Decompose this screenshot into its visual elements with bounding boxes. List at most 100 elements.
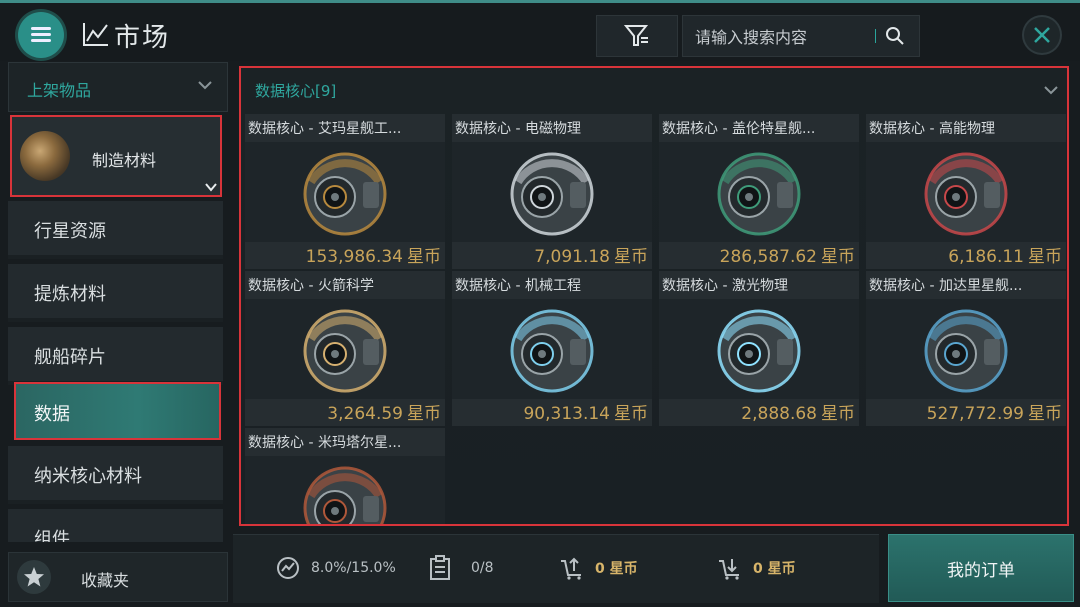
my-orders-button[interactable]: 我的订单 — [888, 534, 1074, 602]
datacore-image — [245, 299, 445, 399]
sidebar-item-planetary-resources[interactable]: 行星资源 — [8, 201, 223, 259]
item-card[interactable]: 数据核心 - 火箭科学 3,264.59 星币 — [245, 271, 445, 426]
filter-icon — [624, 25, 649, 46]
menu-icon-bar — [31, 33, 51, 36]
sidebar-item-label: 舰船碎片 — [34, 347, 106, 368]
datacore-image — [245, 142, 445, 242]
sidebar-item-nano-core-materials[interactable]: 纳米核心材料 — [8, 446, 223, 504]
datacore-icon — [924, 309, 1008, 393]
item-card[interactable]: 数据核心 - 艾玛星舰工... 153,986.34 星币 — [245, 114, 445, 269]
ore-icon — [20, 131, 70, 181]
item-card[interactable]: 数据核心 - 盖伦特星舰... 286,587.62 星币 — [659, 114, 859, 269]
item-list-panel: 数据核心[9] 数据核心 - 艾玛星舰工... 153,986.34 星币 数据核心 … — [239, 66, 1069, 526]
item-name: 数据核心 - 艾玛星舰工... — [248, 121, 402, 137]
currency-label: 星币 — [407, 404, 441, 424]
favorites-label: 收藏夹 — [81, 571, 130, 590]
datacore-image — [866, 299, 1066, 399]
item-card[interactable]: 数据核心 - 米玛塔尔星... — [245, 428, 445, 524]
section-title: 数据核心[9] — [255, 82, 337, 100]
search-icon[interactable] — [883, 24, 907, 48]
menu-icon-bar — [31, 39, 51, 42]
item-price: 6,186.11 星币 — [948, 242, 1062, 267]
chevron-down-icon — [198, 81, 212, 90]
item-price: 90,313.14 星币 — [523, 399, 648, 424]
sell-value: 0 星币 — [595, 561, 638, 577]
currency-label: 星币 — [1028, 404, 1062, 424]
currency-label: 星币 — [407, 247, 441, 267]
sidebar-item-label: 纳米核心材料 — [34, 466, 142, 487]
category-manufacturing-materials[interactable]: 制造材料 — [10, 115, 222, 197]
item-price: 3,264.59 星币 — [327, 399, 441, 424]
price-value: 90,313.14 — [523, 404, 610, 424]
item-price: 153,986.34 星币 — [306, 242, 441, 267]
sidebar-item-components[interactable]: 组件 — [8, 509, 223, 542]
sidebar-item-ship-fragments[interactable]: 舰船碎片 — [8, 327, 223, 385]
sidebar-item-label: 行星资源 — [34, 221, 106, 242]
currency-label: 星币 — [821, 247, 855, 267]
clipboard-icon — [430, 555, 450, 580]
price-value: 7,091.18 — [534, 247, 610, 267]
sidebar-item-refined-materials[interactable]: 提炼材料 — [8, 264, 223, 322]
item-price: 286,587.62 星币 — [720, 242, 855, 267]
orders-value: 0/8 — [471, 560, 494, 576]
item-card[interactable]: 数据核心 - 机械工程 90,313.14 星币 — [452, 271, 652, 426]
datacore-icon — [303, 466, 387, 524]
item-name: 数据核心 - 机械工程 — [455, 278, 581, 294]
datacore-image — [245, 456, 445, 524]
datacore-icon — [510, 152, 594, 236]
item-price: 2,888.68 星币 — [741, 399, 855, 424]
datacore-image — [452, 299, 652, 399]
search-separator — [875, 29, 876, 43]
star-icon — [17, 560, 51, 594]
price-value: 286,587.62 — [719, 247, 817, 267]
sell-stat: 0 星币 — [559, 555, 638, 581]
currency-label: 星币 — [821, 404, 855, 424]
search-box — [682, 15, 920, 57]
item-price: 527,772.99 星币 — [927, 399, 1062, 424]
price-value: 6,186.11 — [948, 247, 1024, 267]
item-name: 数据核心 - 高能物理 — [869, 121, 995, 137]
currency-label: 星币 — [614, 247, 648, 267]
listing-dropdown[interactable]: 上架物品 — [8, 62, 228, 112]
bottom-status-bar: 8.0%/15.0% 0/8 0 星币 0 星币 — [233, 534, 879, 603]
tax-value: 8.0%/15.0% — [311, 560, 396, 576]
chart-line-icon — [83, 23, 108, 46]
sidebar-item-label: 数据 — [34, 404, 70, 425]
item-card[interactable]: 数据核心 - 激光物理 2,888.68 星币 — [659, 271, 859, 426]
chevron-down-icon[interactable] — [1043, 84, 1059, 96]
price-value: 527,772.99 — [926, 404, 1024, 424]
item-card[interactable]: 数据核心 - 电磁物理 7,091.18 星币 — [452, 114, 652, 269]
item-card[interactable]: 数据核心 - 高能物理 6,186.11 星币 — [866, 114, 1066, 269]
filter-button[interactable] — [596, 15, 678, 57]
search-input[interactable] — [693, 22, 875, 52]
dropdown-label: 上架物品 — [27, 81, 92, 100]
sell-cart-icon — [561, 557, 581, 580]
item-name: 数据核心 - 激光物理 — [662, 278, 788, 294]
datacore-icon — [303, 152, 387, 236]
page-title: 市场 — [114, 23, 171, 53]
sidebar-item-label: 组件 — [34, 529, 70, 542]
star-shape — [24, 567, 44, 587]
chevron-down-icon — [205, 183, 217, 192]
sidebar-item-data[interactable]: 数据 — [14, 382, 221, 440]
buy-cart-icon — [719, 559, 739, 580]
menu-button[interactable] — [18, 12, 64, 58]
item-card[interactable]: 数据核心 - 加达里星舰... 527,772.99 星币 — [866, 271, 1066, 426]
favorites-button[interactable]: 收藏夹 — [8, 552, 228, 602]
datacore-image — [866, 142, 1066, 242]
price-value: 3,264.59 — [327, 404, 403, 424]
tax-gauge-icon — [277, 557, 299, 579]
category-label: 制造材料 — [92, 151, 157, 170]
close-button[interactable] — [1024, 17, 1060, 53]
buy-value: 0 星币 — [753, 561, 796, 577]
item-name: 数据核心 - 盖伦特星舰... — [662, 121, 816, 137]
price-value: 153,986.34 — [305, 247, 403, 267]
datacore-icon — [510, 309, 594, 393]
buy-stat: 0 星币 — [717, 555, 796, 581]
datacore-icon — [303, 309, 387, 393]
datacore-image — [452, 142, 652, 242]
tax-stat: 8.0%/15.0% — [275, 555, 396, 581]
datacore-image — [659, 299, 859, 399]
sidebar: 上架物品 制造材料 行星资源 提炼材料 舰船碎片 数据 纳米核心材料 组件 — [8, 62, 228, 542]
item-name: 数据核心 - 加达里星舰... — [869, 278, 1023, 294]
